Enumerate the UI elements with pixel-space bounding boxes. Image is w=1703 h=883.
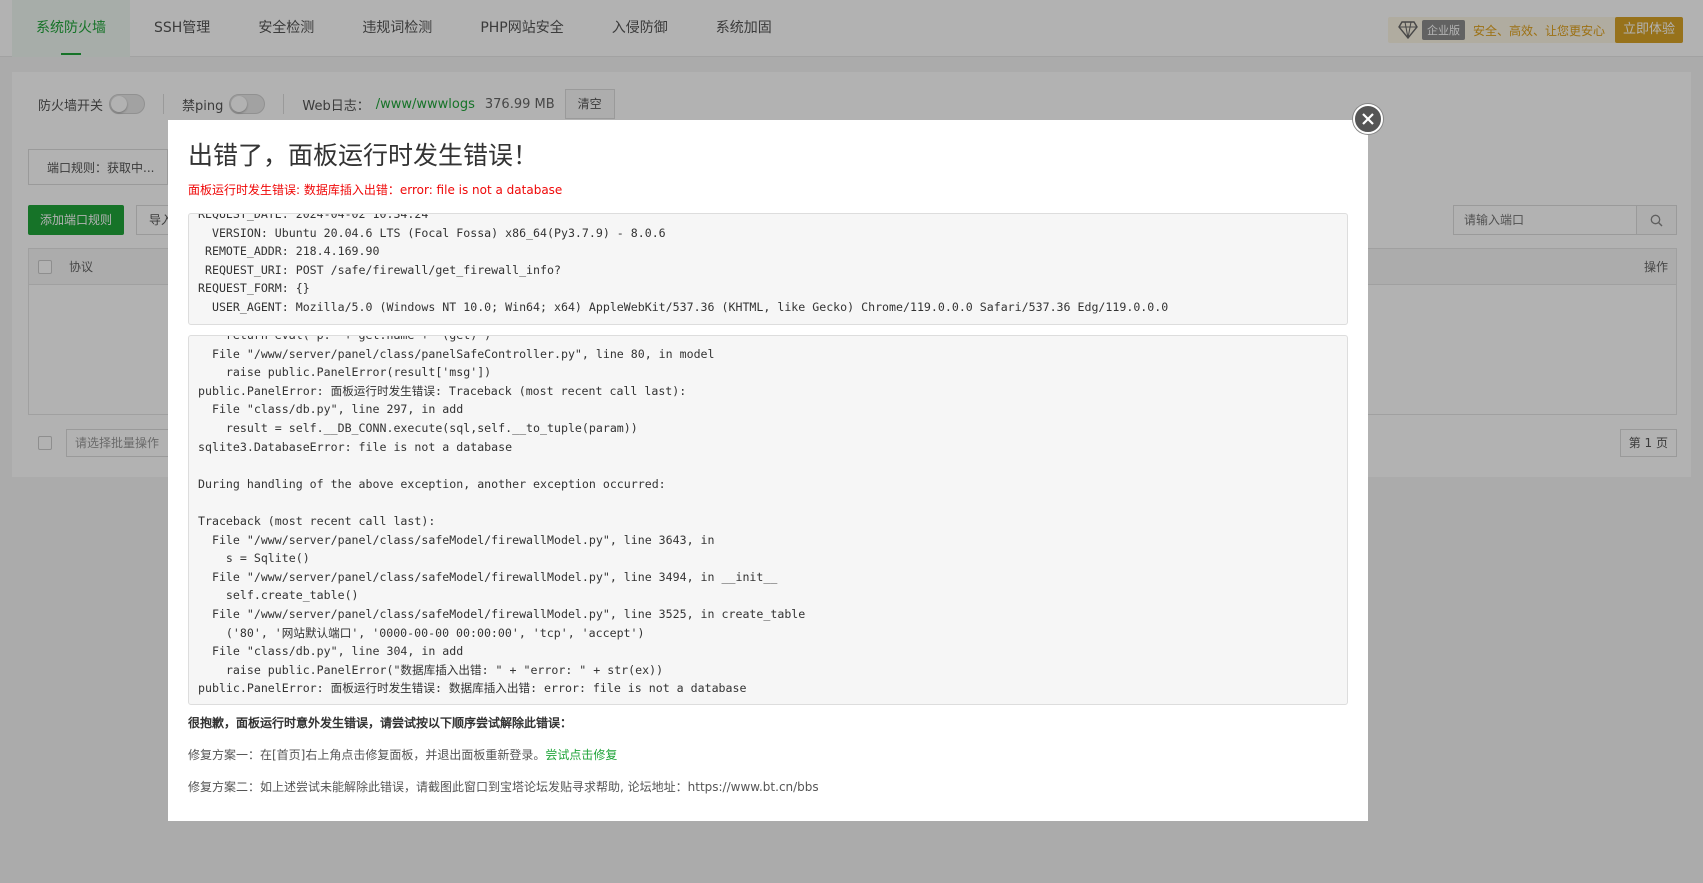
fix-option-two: 修复方案二：如上述尝试未能解除此错误，请截图此窗口到宝塔论坛发贴寻求帮助, 论坛… — [188, 780, 819, 794]
traceback-text: return eval('p.' + get.name + '(get)') F… — [198, 335, 806, 696]
fix-option-one: 修复方案一：在[首页]右上角点击修复面板，并退出面板重新登录。尝试点击修复 — [188, 746, 617, 763]
error-subtitle: 面板运行时发生错误: 数据库插入出错：error: file is not a … — [188, 183, 563, 197]
close-dialog-button[interactable] — [1353, 104, 1383, 134]
try-repair-link[interactable]: 尝试点击修复 — [545, 748, 617, 762]
error-title: 出错了，面板运行时发生错误！ — [188, 141, 539, 170]
request-info-box[interactable]: REQUEST_DATE: 2024-04-02 10:34:24 VERSIO… — [188, 213, 1348, 325]
close-icon — [1362, 113, 1374, 125]
request-info-text: REQUEST_DATE: 2024-04-02 10:34:24 VERSIO… — [198, 213, 1169, 314]
fix-option-one-text: 修复方案一：在[首页]右上角点击修复面板，并退出面板重新登录。 — [188, 748, 546, 762]
error-dialog: 出错了，面板运行时发生错误！ 面板运行时发生错误: 数据库插入出错：error:… — [168, 120, 1368, 821]
apology-text: 很抱歉，面板运行时意外发生错误，请尝试按以下顺序尝试解除此错误： — [188, 716, 573, 730]
traceback-box[interactable]: return eval('p.' + get.name + '(get)') F… — [188, 335, 1348, 705]
